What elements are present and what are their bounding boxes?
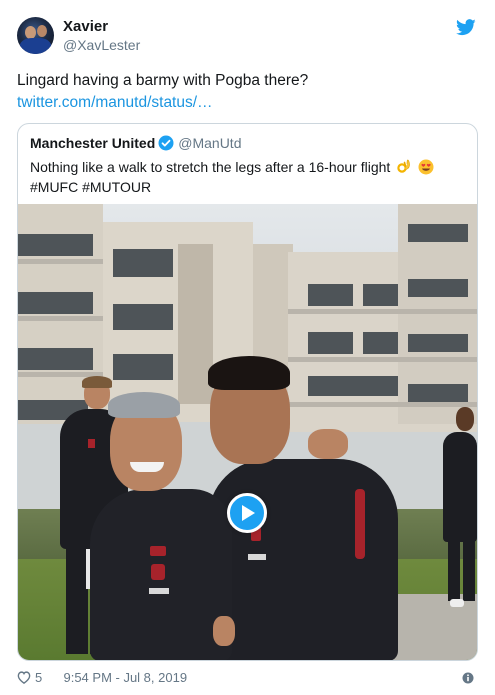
video-play-button[interactable] bbox=[227, 493, 267, 533]
verified-badge-icon bbox=[158, 135, 174, 151]
embedded-tweet: Xavier @XavLester Lingard having a barmy… bbox=[0, 0, 495, 695]
quoted-tweet-card[interactable]: Manchester United @ManUtd Nothing like a … bbox=[17, 123, 478, 661]
twitter-bird-icon[interactable] bbox=[456, 19, 476, 36]
quoted-tweet-text: Nothing like a walk to stretch the legs … bbox=[30, 157, 465, 197]
tweet-timestamp[interactable]: 9:54 PM - Jul 8, 2019 bbox=[63, 670, 187, 685]
tweet-footer: 5 9:54 PM - Jul 8, 2019 bbox=[17, 670, 187, 685]
smiling-face-with-heart-eyes-emoji bbox=[418, 159, 434, 175]
tweet-body: Lingard having a barmy with Pogba there? bbox=[17, 72, 309, 89]
heart-icon[interactable] bbox=[17, 671, 31, 684]
quoted-tweet-hashtags[interactable]: #MUFC #MUTOUR bbox=[30, 179, 151, 195]
tweet-text: Lingard having a barmy with Pogba there?… bbox=[17, 70, 477, 114]
avatar[interactable] bbox=[17, 17, 54, 54]
author-name[interactable]: Xavier bbox=[63, 18, 108, 35]
quoted-author-name[interactable]: Manchester United bbox=[30, 135, 155, 151]
ok-hand-emoji bbox=[397, 159, 411, 173]
like-count[interactable]: 5 bbox=[35, 670, 42, 685]
play-icon bbox=[242, 505, 255, 521]
quoted-tweet-body: Nothing like a walk to stretch the legs … bbox=[30, 159, 391, 175]
quoted-tweet-header: Manchester United @ManUtd bbox=[30, 135, 241, 151]
tweet-link[interactable]: twitter.com/manutd/status/… bbox=[17, 92, 477, 114]
author-handle[interactable]: @XavLester bbox=[63, 37, 140, 53]
video-thumbnail[interactable] bbox=[18, 204, 477, 660]
quoted-author-handle[interactable]: @ManUtd bbox=[178, 135, 241, 151]
info-icon[interactable] bbox=[462, 672, 474, 684]
